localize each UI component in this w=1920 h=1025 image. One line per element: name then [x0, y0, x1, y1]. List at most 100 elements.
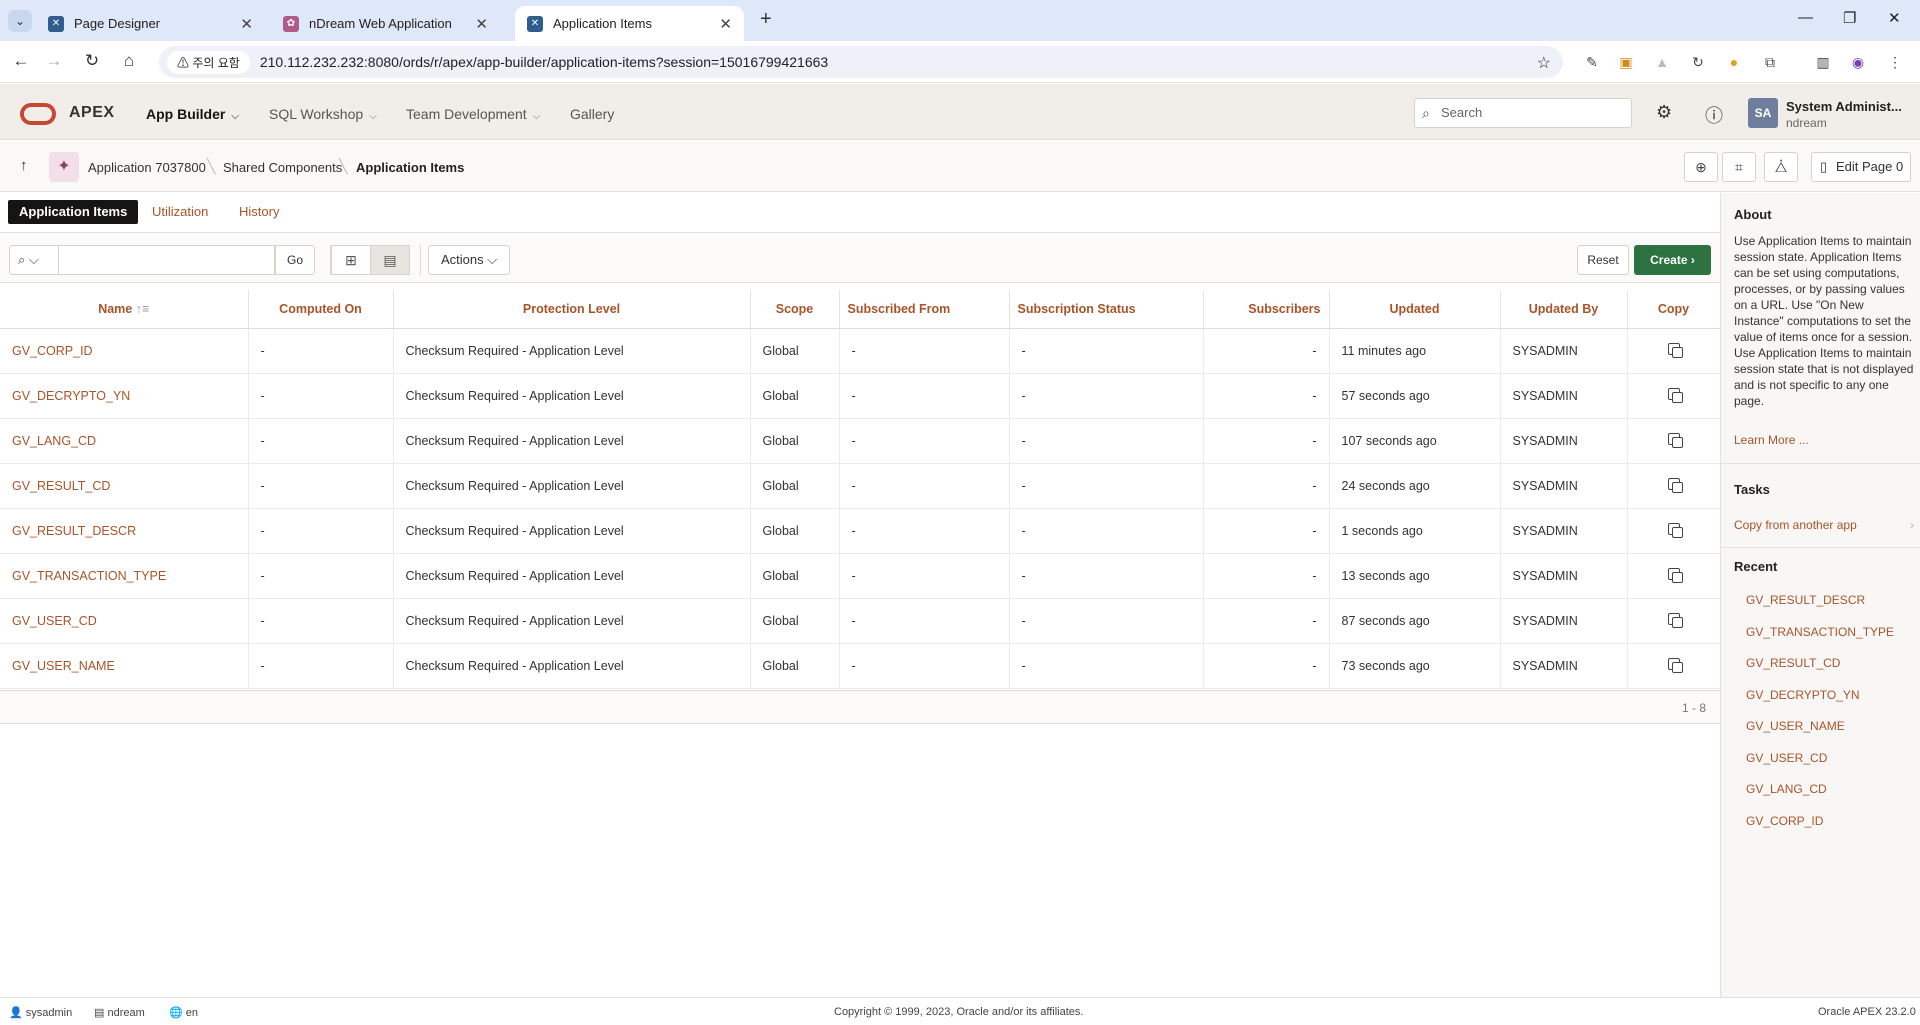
help-icon[interactable]: ⓘ [1705, 102, 1723, 128]
minimize-icon[interactable]: — [1798, 9, 1813, 26]
actions-menu-button[interactable]: Actions ⌵ [428, 245, 510, 275]
recent-item[interactable]: GV_USER_CD [1746, 751, 1827, 765]
edit-page-button[interactable]: ▯ Edit Page 0 [1811, 152, 1911, 182]
tab-page-designer[interactable]: ✕ Page Designer ✕ [36, 6, 265, 41]
restore-icon[interactable]: ❐ [1843, 9, 1856, 27]
home-icon[interactable]: ⌂ [118, 51, 140, 71]
recent-item[interactable]: GV_RESULT_DESCR [1746, 593, 1865, 607]
window-close-icon[interactable]: ✕ [1888, 9, 1901, 27]
breadcrumb-shared-components[interactable]: Shared Components [223, 160, 342, 175]
col-copy: Copy [1627, 290, 1721, 329]
recent-item[interactable]: GV_LANG_CD [1746, 782, 1827, 796]
col-subscribers[interactable]: Subscribers [1203, 290, 1330, 329]
cell-subscribed-from: - [839, 643, 1010, 689]
menu-icon[interactable]: ⋮ [1886, 53, 1904, 71]
item-name-link[interactable]: GV_CORP_ID [0, 328, 249, 374]
admin-tools-icon[interactable]: ⚙ [1656, 102, 1672, 123]
close-tab-icon[interactable]: ✕ [719, 15, 732, 33]
col-computed-on[interactable]: Computed On [248, 290, 394, 329]
nav-gallery[interactable]: Gallery [570, 106, 614, 122]
col-subscribed-from[interactable]: Subscribed From [839, 290, 1010, 329]
report-view-icon[interactable]: ▤ [370, 245, 410, 275]
recent-item[interactable]: GV_DECRYPTO_YN [1746, 688, 1860, 702]
shared-components-icon[interactable]: ⧊ [1764, 152, 1798, 182]
footer-workspace[interactable]: ▤ ndream [94, 1006, 145, 1019]
forward-icon[interactable]: → [43, 51, 65, 71]
bookmark-star-icon[interactable]: ☆ [1537, 53, 1551, 73]
extension-icon[interactable]: ▲ [1653, 53, 1671, 71]
recent-item[interactable]: GV_USER_NAME [1746, 719, 1845, 733]
close-tab-icon[interactable]: ✕ [475, 15, 488, 33]
nav-app-builder[interactable]: App Builder ⌵ [146, 106, 239, 122]
copy-icon[interactable] [1667, 433, 1683, 448]
up-arrow-icon[interactable]: ↑ [20, 157, 28, 174]
reset-button[interactable]: Reset [1577, 245, 1629, 275]
apex-logo-text[interactable]: APEX [69, 104, 115, 122]
new-tab-icon[interactable]: + [760, 8, 772, 31]
close-tab-icon[interactable]: ✕ [240, 15, 253, 33]
copy-icon[interactable] [1667, 523, 1683, 538]
footer-user[interactable]: 👤 sysadmin [9, 1006, 72, 1019]
create-button[interactable]: Create › [1634, 245, 1711, 275]
tab-search-chevron-icon[interactable]: ⌄ [8, 10, 32, 32]
footer-language[interactable]: 🌐 en [169, 1006, 198, 1019]
oracle-logo-icon[interactable] [20, 103, 56, 125]
copy-icon[interactable] [1667, 343, 1683, 358]
feedback-icon[interactable]: ⊕ [1684, 152, 1718, 182]
tab-history[interactable]: History [228, 200, 290, 224]
tab-utilization[interactable]: Utilization [141, 200, 219, 224]
icon-view-icon[interactable]: ⊞ [331, 245, 371, 275]
puzzle-icon[interactable]: ⧉ [1761, 53, 1779, 71]
copy-icon[interactable] [1667, 388, 1683, 403]
cell-subscribed-from: - [839, 598, 1010, 644]
item-name-link[interactable]: GV_USER_CD [0, 598, 249, 644]
report-search-input[interactable] [59, 245, 275, 275]
copy-icon[interactable] [1667, 658, 1683, 673]
breadcrumb-application[interactable]: Application 7037800 [88, 160, 206, 175]
col-name[interactable]: Name ↑≡ [0, 290, 249, 329]
extension-icon[interactable]: ● [1725, 53, 1743, 71]
task-copy-from-app[interactable]: Copy from another app › [1734, 518, 1914, 532]
cell-computed-on: - [248, 418, 394, 464]
col-subscription-status[interactable]: Subscription Status [1009, 290, 1204, 329]
refresh-extension-icon[interactable]: ↻ [1689, 53, 1707, 71]
recent-item[interactable]: GV_RESULT_CD [1746, 656, 1840, 670]
recent-item[interactable]: GV_CORP_ID [1746, 814, 1823, 828]
eyedropper-icon[interactable]: ✎ [1583, 53, 1601, 71]
url-field[interactable]: ⚠ 주의 요함 210.112.232.232:8080/ords/r/apex… [159, 46, 1563, 78]
item-name-link[interactable]: GV_DECRYPTO_YN [0, 373, 249, 419]
profile-icon[interactable]: ◉ [1849, 53, 1867, 71]
copy-icon[interactable] [1667, 568, 1683, 583]
tab-application-items[interactable]: Application Items [8, 200, 139, 224]
avatar[interactable]: SA [1748, 98, 1778, 128]
go-button[interactable]: Go [275, 245, 315, 275]
cell-computed-on: - [248, 463, 394, 509]
cell-updated-by: SYSADMIN [1500, 553, 1628, 599]
sidepanel-icon[interactable]: ▥ [1814, 53, 1832, 71]
search-input[interactable]: ⌕ Search [1414, 98, 1632, 128]
learn-more-link[interactable]: Learn More ... [1734, 433, 1809, 447]
tag-icon[interactable]: ⌗ [1722, 152, 1756, 182]
copy-icon[interactable] [1667, 613, 1683, 628]
nav-sql-workshop[interactable]: SQL Workshop ⌵ [269, 106, 377, 122]
extension-icon[interactable]: ▣ [1617, 53, 1635, 71]
col-protection-level[interactable]: Protection Level [393, 290, 751, 329]
item-name-link[interactable]: GV_USER_NAME [0, 643, 249, 689]
tab-ndream[interactable]: ✿ nDream Web Application ✕ [271, 6, 500, 41]
item-name-link[interactable]: GV_RESULT_CD [0, 463, 249, 509]
security-warning[interactable]: ⚠ 주의 요함 [167, 50, 250, 74]
user-name[interactable]: System Administ... [1786, 99, 1902, 114]
search-column-selector[interactable]: ⌕ ⌵ [9, 245, 59, 275]
back-icon[interactable]: ← [10, 51, 32, 71]
col-updated[interactable]: Updated [1329, 290, 1501, 329]
item-name-link[interactable]: GV_LANG_CD [0, 418, 249, 464]
reload-icon[interactable]: ↻ [81, 51, 103, 71]
recent-item[interactable]: GV_TRANSACTION_TYPE [1746, 625, 1894, 639]
tab-application-items[interactable]: ✕ Application Items ✕ [515, 6, 744, 41]
item-name-link[interactable]: GV_TRANSACTION_TYPE [0, 553, 249, 599]
col-updated-by[interactable]: Updated By [1500, 290, 1628, 329]
nav-team-development[interactable]: Team Development ⌵ [406, 106, 540, 122]
col-scope[interactable]: Scope [750, 290, 840, 329]
item-name-link[interactable]: GV_RESULT_DESCR [0, 508, 249, 554]
copy-icon[interactable] [1667, 478, 1683, 493]
